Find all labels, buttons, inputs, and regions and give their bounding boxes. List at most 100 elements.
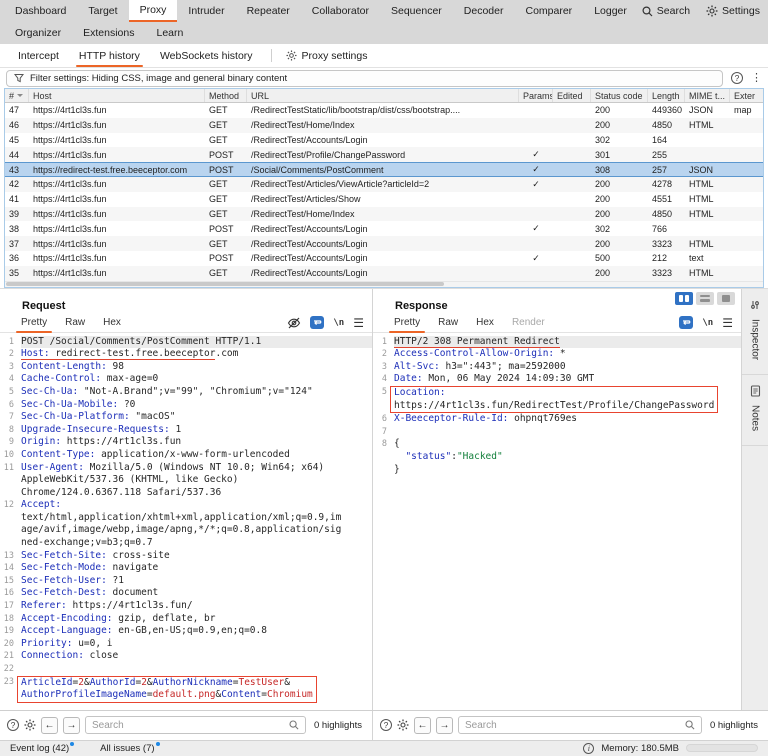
column-header-host[interactable]: Host [29, 89, 205, 102]
cell-num: 47 [5, 105, 29, 115]
top-tab-organizer[interactable]: Organizer [4, 22, 72, 44]
notes-tab[interactable]: Notes [742, 375, 768, 446]
request-line-text: Sec-Ch-Ua: "Not-A.Brand";v="99", "Chromi… [21, 386, 372, 399]
proxy-subtab-items: InterceptHTTP historyWebSockets history [8, 44, 263, 67]
editor-menu-icon[interactable]: ☰ [722, 318, 733, 328]
table-row[interactable]: 38https://4rt1cl3s.funPOST/RedirectTest/… [5, 221, 763, 236]
help-icon[interactable]: ? [7, 719, 19, 731]
top-tab-proxy[interactable]: Proxy [129, 0, 178, 22]
subtab-http-history[interactable]: HTTP history [69, 44, 150, 67]
request-tab-raw[interactable]: Raw [56, 314, 94, 332]
column-header-exter[interactable]: Exter [730, 89, 759, 102]
info-icon[interactable]: i [583, 743, 594, 754]
show-newlines-icon[interactable]: \n [702, 318, 713, 328]
column-header-[interactable]: # [5, 89, 29, 102]
top-tab-intruder[interactable]: Intruder [177, 0, 235, 22]
table-row[interactable]: 35https://4rt1cl3s.funGET/RedirectTest/A… [5, 266, 763, 281]
column-header-length[interactable]: Length [648, 89, 685, 102]
filter-settings-button[interactable]: Filter settings: Hiding CSS, image and g… [6, 70, 723, 87]
previous-match-button[interactable]: ← [414, 717, 431, 734]
subtab-intercept[interactable]: Intercept [8, 44, 69, 67]
column-header-edited[interactable]: Edited [553, 89, 591, 102]
column-header-params[interactable]: Params [519, 89, 553, 102]
layout-columns-button[interactable] [675, 292, 693, 305]
request-tab-hex[interactable]: Hex [94, 314, 130, 332]
line-number: 20 [0, 638, 21, 651]
top-tab-repeater[interactable]: Repeater [236, 0, 301, 22]
hide-eye-icon[interactable] [287, 317, 301, 329]
table-row[interactable]: 45https://4rt1cl3s.funGET/RedirectTest/A… [5, 133, 763, 148]
next-match-button[interactable]: → [436, 717, 453, 734]
table-row[interactable]: 44https://4rt1cl3s.funPOST/RedirectTest/… [5, 147, 763, 162]
proxy-settings-button[interactable]: Proxy settings [280, 44, 374, 67]
top-tab-dashboard[interactable]: Dashboard [4, 0, 77, 22]
gear-icon [286, 50, 297, 61]
soft-wrap-icon[interactable] [679, 316, 693, 329]
top-tab-target[interactable]: Target [77, 0, 128, 22]
cell-length: 4278 [648, 179, 685, 189]
search-menu-item[interactable]: Search [642, 5, 690, 17]
gear-icon[interactable] [397, 719, 409, 731]
more-options-icon[interactable]: ⋮ [751, 73, 762, 83]
event-log-button[interactable]: Event log (42) [10, 743, 74, 754]
table-row[interactable]: 37https://4rt1cl3s.funGET/RedirectTest/A… [5, 236, 763, 251]
table-row[interactable]: 36https://4rt1cl3s.funPOST/RedirectTest/… [5, 251, 763, 266]
response-tab-hex[interactable]: Hex [467, 314, 503, 332]
line-number: 15 [0, 575, 21, 588]
search-input[interactable]: Search [85, 716, 306, 734]
memory-status: i Memory: 180.5MB [583, 743, 758, 754]
top-tab-learn[interactable]: Learn [145, 22, 194, 44]
request-tab-pretty[interactable]: Pretty [12, 314, 56, 332]
all-issues-button[interactable]: All issues (7) [100, 743, 159, 754]
top-tab-sequencer[interactable]: Sequencer [380, 0, 453, 22]
column-header-url[interactable]: URL [247, 89, 519, 102]
response-tab-render[interactable]: Render [503, 314, 554, 332]
request-tabs: PrettyRawHex [12, 314, 130, 332]
help-icon[interactable]: ? [731, 72, 743, 84]
top-tab-extensions[interactable]: Extensions [72, 22, 145, 44]
search-input[interactable]: Search [458, 716, 702, 734]
cell-num: 35 [5, 268, 29, 278]
show-newlines-icon[interactable]: \n [333, 318, 344, 328]
horizontal-scrollbar[interactable] [5, 281, 763, 287]
column-header-method[interactable]: Method [205, 89, 247, 102]
layout-rows-button[interactable] [696, 292, 714, 305]
help-icon[interactable]: ? [380, 719, 392, 731]
response-tab-raw[interactable]: Raw [429, 314, 467, 332]
response-tab-pretty[interactable]: Pretty [385, 314, 429, 332]
table-row[interactable]: 42https://4rt1cl3s.funGET/RedirectTest/A… [5, 177, 763, 192]
table-row[interactable]: 46https://4rt1cl3s.funGET/RedirectTest/H… [5, 118, 763, 133]
response-line-text: "status":"Hacked" [394, 451, 741, 464]
cell-length: 255 [648, 150, 685, 160]
subtab-websockets-history[interactable]: WebSockets history [150, 44, 263, 67]
settings-menu-item[interactable]: Settings [706, 5, 760, 17]
top-tab-collaborator[interactable]: Collaborator [301, 0, 380, 22]
request-line-text: POST /Social/Comments/PostComment HTTP/1… [21, 336, 372, 349]
layout-buttons [675, 292, 735, 305]
notes-icon [750, 385, 761, 397]
table-row[interactable]: 39https://4rt1cl3s.funGET/RedirectTest/H… [5, 207, 763, 222]
top-tab-logger[interactable]: Logger [583, 0, 638, 22]
gear-icon[interactable] [24, 719, 36, 731]
table-row[interactable]: 43https://redirect-test.free.beeceptor.c… [5, 162, 763, 177]
line-number: 6 [0, 399, 21, 412]
editor-menu-icon[interactable]: ☰ [353, 318, 364, 328]
response-editor[interactable]: 1HTTP/2 308 Permanent Redirect2Access-Co… [373, 333, 741, 718]
next-match-button[interactable]: → [63, 717, 80, 734]
top-tab-decoder[interactable]: Decoder [453, 0, 515, 22]
soft-wrap-icon[interactable] [310, 316, 324, 329]
top-tab-comparer[interactable]: Comparer [515, 0, 584, 22]
column-header-statuscode[interactable]: Status code [591, 89, 648, 102]
sort-indicator-icon [17, 94, 23, 97]
request-editor[interactable]: 1POST /Social/Comments/PostComment HTTP/… [0, 333, 372, 718]
layout-single-button[interactable] [717, 292, 735, 305]
gear-icon [706, 5, 718, 17]
table-row[interactable]: 41https://4rt1cl3s.funGET/RedirectTest/A… [5, 192, 763, 207]
line-number: 18 [0, 613, 21, 626]
inspector-tab[interactable]: Inspector [742, 289, 768, 375]
table-row[interactable]: 47https://4rt1cl3s.funGET/RedirectTestSt… [5, 103, 763, 118]
scrollbar-thumb[interactable] [6, 282, 444, 286]
previous-match-button[interactable]: ← [41, 717, 58, 734]
line-number [373, 464, 394, 477]
column-header-mimet[interactable]: MIME t... [685, 89, 730, 102]
